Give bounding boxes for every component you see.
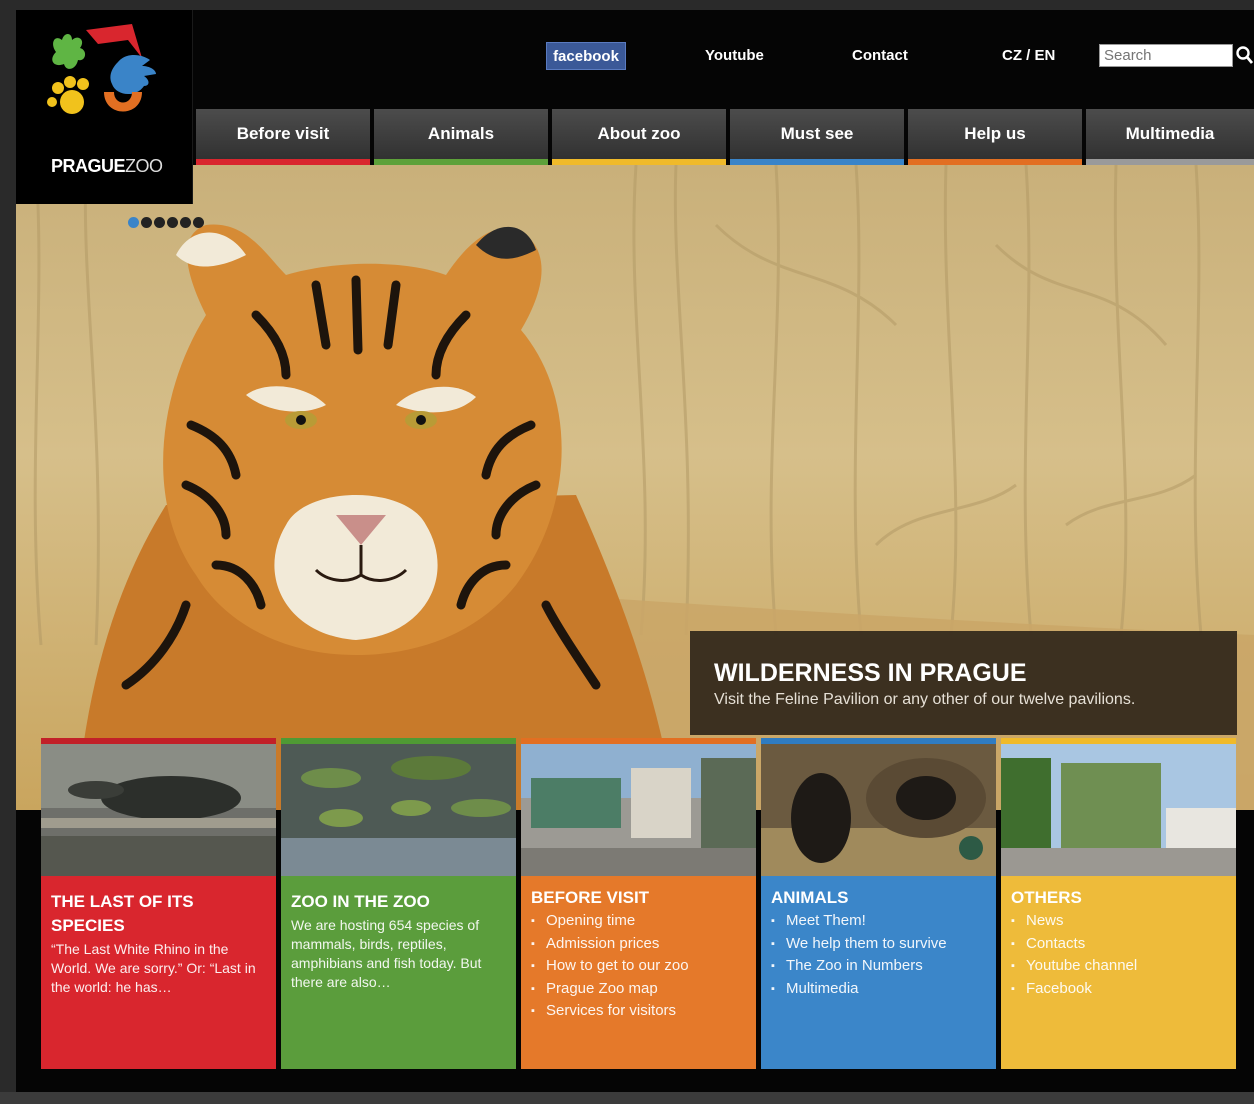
list-item[interactable]: Meet Them! (771, 910, 947, 933)
card-title: THE LAST OF ITS SPECIES (51, 892, 194, 935)
card-before-visit[interactable]: BEFORE VISIT Opening time Admission pric… (521, 738, 756, 1069)
card-title: ANIMALS (771, 888, 849, 907)
card-text: We are hosting 654 species of mammals, b… (291, 917, 482, 990)
slider-dot[interactable] (193, 217, 204, 228)
card-zoo-in-the-zoo[interactable]: ZOO IN THE ZOO We are hosting 654 specie… (281, 738, 516, 1069)
list-item[interactable]: Services for visitors (531, 1000, 689, 1023)
card-body: THE LAST OF ITS SPECIES “The Last White … (41, 876, 276, 1069)
slider-dot[interactable] (154, 217, 165, 228)
list-item[interactable]: Multimedia (771, 978, 947, 1001)
slider-dot[interactable] (141, 217, 152, 228)
card-title: OTHERS (1011, 888, 1082, 907)
list-item[interactable]: We help them to survive (771, 933, 947, 956)
top-links: facebook Youtube Contact CZ / EN (16, 42, 1254, 70)
search-icon[interactable] (1236, 44, 1254, 66)
list-item[interactable]: Admission prices (531, 933, 689, 956)
card-body: ANIMALS Meet Them! We help them to survi… (761, 876, 996, 1069)
card-body: BEFORE VISIT Opening time Admission pric… (521, 876, 756, 1069)
frogs-pond-photo (281, 738, 516, 876)
card-body: ZOO IN THE ZOO We are hosting 654 specie… (281, 876, 516, 1069)
card-body: OTHERS News Contacts Youtube channel Fac… (1001, 876, 1236, 1069)
card-color-bar (761, 738, 996, 744)
main-navigation: Before visit Animals About zoo Must see … (196, 109, 1254, 165)
nav-before-visit[interactable]: Before visit (196, 109, 370, 165)
card-color-bar (281, 738, 516, 744)
card-animals[interactable]: ANIMALS Meet Them! We help them to survi… (761, 738, 996, 1069)
list-item[interactable]: Facebook (1011, 978, 1137, 1001)
slider-dot[interactable] (128, 217, 139, 228)
list-item[interactable]: How to get to our zoo (531, 955, 689, 978)
list-item[interactable]: Youtube channel (1011, 955, 1137, 978)
nav-must-see[interactable]: Must see (730, 109, 904, 165)
slider-dot[interactable] (180, 217, 191, 228)
gorilla-photo (761, 738, 996, 876)
list-item[interactable]: News (1011, 910, 1137, 933)
card-color-bar (1001, 738, 1236, 744)
facebook-link[interactable]: facebook (546, 42, 626, 70)
card-color-bar (521, 738, 756, 744)
list-item[interactable]: Contacts (1011, 933, 1137, 956)
page-frame: PRAGUEZOO facebook Youtube Contact CZ / … (16, 10, 1254, 1092)
hero-banner[interactable]: WILDERNESS IN PRAGUE Visit the Feline Pa… (16, 165, 1254, 810)
hero-title: WILDERNESS IN PRAGUE (714, 659, 1027, 687)
card-others[interactable]: OTHERS News Contacts Youtube channel Fac… (1001, 738, 1236, 1069)
nav-help-us[interactable]: Help us (908, 109, 1082, 165)
card-title: ZOO IN THE ZOO (291, 892, 430, 911)
bottom-strip (0, 1092, 1254, 1104)
zoo-entrance-photo (521, 738, 756, 876)
list-item[interactable]: Opening time (531, 910, 689, 933)
logo-wordmark: PRAGUEZOO (51, 156, 163, 176)
zoo-building-photo (1001, 738, 1236, 876)
hero-text: Visit the Feline Pavilion or any other o… (714, 691, 1136, 708)
card-text: “The Last White Rhino in the World. We a… (51, 941, 256, 995)
prague-zoo-logo[interactable]: PRAGUEZOO (16, 10, 193, 204)
card-last-of-its-species[interactable]: THE LAST OF ITS SPECIES “The Last White … (41, 738, 276, 1069)
feature-cards: THE LAST OF ITS SPECIES “The Last White … (41, 738, 1238, 1069)
turtle-photo (41, 738, 276, 876)
hero-caption[interactable]: WILDERNESS IN PRAGUE Visit the Feline Pa… (690, 631, 1237, 735)
nav-multimedia[interactable]: Multimedia (1086, 109, 1254, 165)
logo-animal-shapes-icon (47, 24, 156, 114)
slider-dots (128, 215, 206, 228)
list-item[interactable]: The Zoo in Numbers (771, 955, 947, 978)
search-input[interactable] (1099, 44, 1233, 67)
nav-animals[interactable]: Animals (374, 109, 548, 165)
card-color-bar (41, 738, 276, 744)
card-link-list: Meet Them! We help them to survive The Z… (771, 910, 947, 1000)
contact-link[interactable]: Contact (852, 42, 908, 70)
youtube-link[interactable]: Youtube (705, 42, 764, 70)
card-title: BEFORE VISIT (531, 888, 650, 907)
card-link-list: News Contacts Youtube channel Facebook (1011, 910, 1137, 1000)
list-item[interactable]: Prague Zoo map (531, 978, 689, 1001)
slider-dot[interactable] (167, 217, 178, 228)
nav-about-zoo[interactable]: About zoo (552, 109, 726, 165)
language-switch[interactable]: CZ / EN (1002, 42, 1055, 70)
card-link-list: Opening time Admission prices How to get… (531, 910, 689, 1023)
